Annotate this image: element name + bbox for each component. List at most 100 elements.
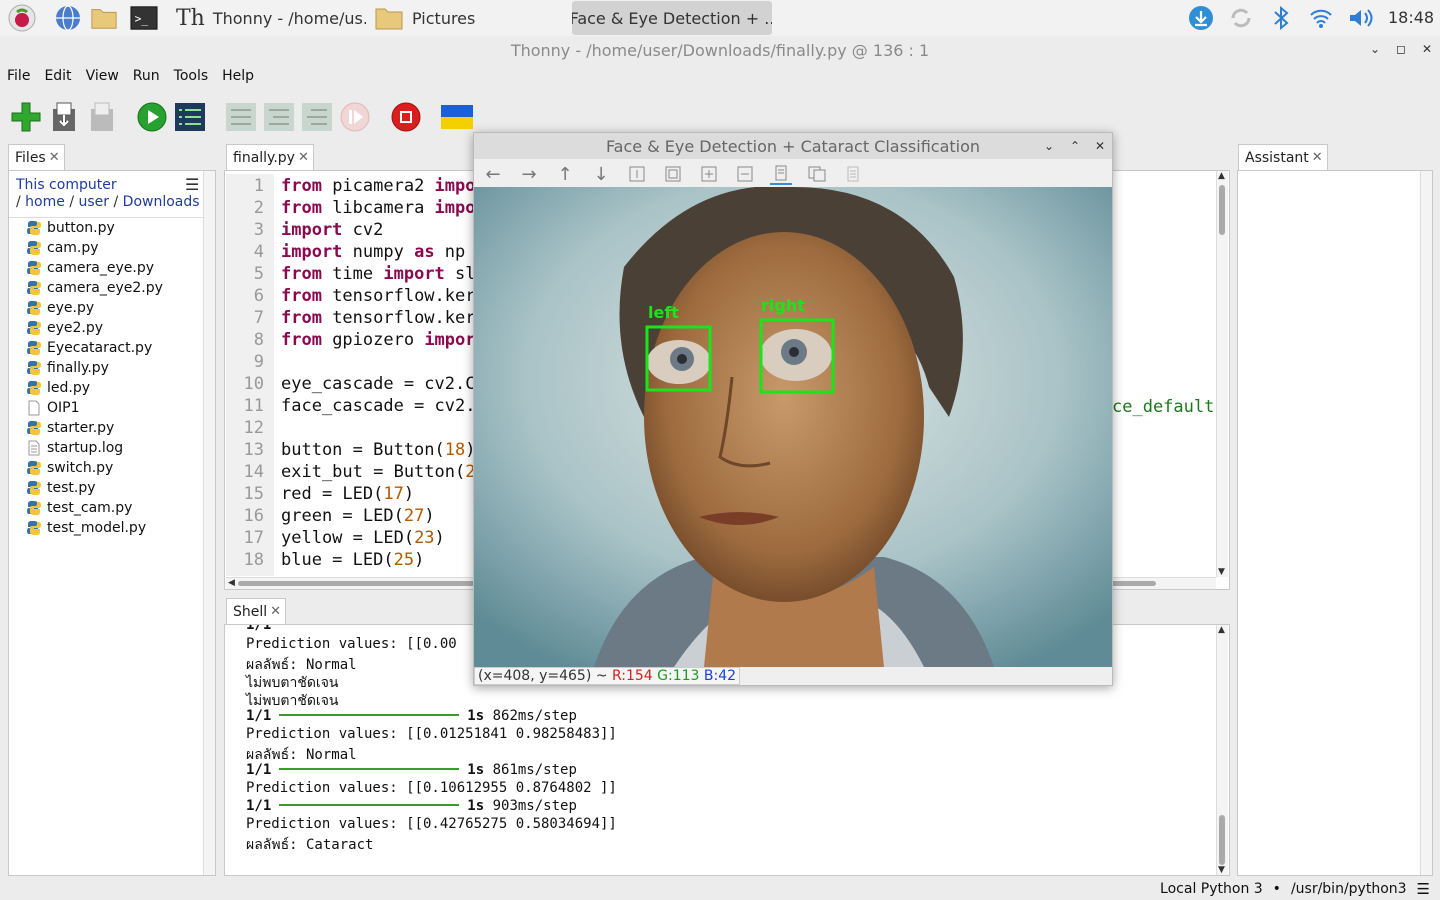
code-line[interactable]: eye_cascade = cv2.C bbox=[281, 374, 475, 394]
code-line[interactable]: from picamera2 impo bbox=[281, 176, 476, 196]
taskbar-app-face-detection[interactable]: Face & Eye Detection + .. bbox=[572, 1, 772, 35]
tab-shell[interactable]: Shell ✕ bbox=[226, 598, 287, 624]
close-icon[interactable]: ✕ bbox=[1091, 137, 1109, 155]
code-line[interactable]: red = LED(17) bbox=[281, 484, 414, 504]
file-item[interactable]: cam.py bbox=[26, 238, 99, 258]
menu-tools[interactable]: Tools bbox=[174, 68, 209, 84]
back-arrow-icon[interactable]: ← bbox=[482, 163, 504, 185]
scroll-left-icon[interactable]: ◀ bbox=[228, 578, 235, 588]
volume-icon[interactable] bbox=[1346, 4, 1376, 32]
breadcrumb-home[interactable]: home bbox=[25, 194, 65, 210]
code-line[interactable]: button = Button(18) bbox=[281, 440, 476, 460]
file-item[interactable]: Eyecataract.py bbox=[26, 338, 152, 358]
scroll-down-icon[interactable]: ▼ bbox=[1218, 865, 1225, 875]
file-item[interactable]: test.py bbox=[26, 478, 96, 498]
zoom-out-icon[interactable] bbox=[734, 163, 756, 185]
close-tab-icon[interactable]: ✕ bbox=[49, 150, 60, 165]
raspberry-menu-icon[interactable] bbox=[8, 4, 36, 32]
minimize-icon[interactable]: ⌄ bbox=[1366, 40, 1384, 58]
scroll-thumb[interactable] bbox=[1219, 185, 1225, 235]
tab-files[interactable]: Files ✕ bbox=[8, 144, 65, 170]
stop-icon[interactable] bbox=[389, 100, 423, 134]
properties-icon[interactable] bbox=[842, 163, 864, 185]
code-line[interactable]: from gpiozero impor bbox=[281, 330, 476, 350]
scroll-down-icon[interactable]: ▼ bbox=[1218, 567, 1225, 577]
assistant-scrollbar[interactable] bbox=[1420, 171, 1432, 875]
code-line[interactable]: import cv2 bbox=[281, 220, 383, 240]
file-item[interactable]: eye.py bbox=[26, 298, 94, 318]
code-line[interactable]: exit_but = Button(2 bbox=[281, 462, 475, 482]
file-item[interactable]: test_model.py bbox=[26, 518, 146, 538]
editor-vertical-scrollbar[interactable]: ▲ ▼ bbox=[1216, 171, 1228, 577]
zoom-original-icon[interactable] bbox=[626, 163, 648, 185]
window-title-bar[interactable]: Thonny - /home/user/Downloads/finally.py… bbox=[0, 36, 1440, 64]
tab-assistant[interactable]: Assistant ✕ bbox=[1238, 144, 1328, 170]
step-out-icon[interactable] bbox=[300, 100, 334, 134]
folder-icon[interactable] bbox=[90, 4, 118, 32]
wifi-icon[interactable] bbox=[1306, 4, 1336, 32]
code-line[interactable]: import numpy as np bbox=[281, 242, 465, 262]
files-scrollbar[interactable] bbox=[203, 171, 215, 875]
breadcrumb-downloads[interactable]: Downloads bbox=[123, 194, 200, 210]
maximize-icon[interactable]: ⌃ bbox=[1066, 137, 1084, 155]
menu-help[interactable]: Help bbox=[222, 68, 254, 84]
file-item[interactable]: test_cam.py bbox=[26, 498, 132, 518]
menu-run[interactable]: Run bbox=[133, 68, 160, 84]
code-line[interactable]: face_cascade = cv2. bbox=[281, 396, 475, 416]
breadcrumb-user[interactable]: user bbox=[79, 194, 110, 210]
minimize-icon[interactable]: ⌄ bbox=[1040, 137, 1058, 155]
code-line[interactable]: from tensorflow.ker bbox=[281, 286, 475, 306]
camera-frame-image[interactable]: left right bbox=[474, 187, 1112, 667]
step-over-icon[interactable] bbox=[224, 100, 258, 134]
file-item[interactable]: startup.log bbox=[26, 438, 123, 458]
code-line[interactable]: blue = LED(25) bbox=[281, 550, 424, 570]
run-icon[interactable] bbox=[135, 100, 169, 134]
file-item[interactable]: finally.py bbox=[26, 358, 109, 378]
menu-edit[interactable]: Edit bbox=[44, 68, 71, 84]
scroll-up-icon[interactable]: ▲ bbox=[1218, 625, 1225, 635]
zoom-in-icon[interactable] bbox=[698, 163, 720, 185]
save-file-icon[interactable] bbox=[85, 100, 119, 134]
maximize-icon[interactable]: ◻ bbox=[1392, 40, 1410, 58]
taskbar-app-thonny[interactable]: Th Thonny - /home/us.. bbox=[176, 4, 366, 32]
download-icon[interactable] bbox=[1186, 4, 1216, 32]
menu-view[interactable]: View bbox=[86, 68, 119, 84]
sync-icon[interactable] bbox=[1226, 4, 1256, 32]
terminal-icon[interactable]: >_ bbox=[130, 4, 158, 32]
close-tab-icon[interactable]: ✕ bbox=[270, 604, 281, 619]
close-tab-icon[interactable]: ✕ bbox=[1312, 150, 1323, 165]
close-icon[interactable]: ✕ bbox=[1418, 40, 1436, 58]
scroll-up-icon[interactable]: ▲ bbox=[1218, 171, 1225, 181]
interpreter-label[interactable]: Local Python 3 bbox=[1160, 881, 1263, 897]
new-file-icon[interactable] bbox=[9, 100, 43, 134]
shell-scrollbar[interactable]: ▲ ▼ bbox=[1216, 625, 1228, 875]
browser-icon[interactable] bbox=[54, 4, 82, 32]
file-item[interactable]: button.py bbox=[26, 218, 115, 238]
step-into-icon[interactable] bbox=[262, 100, 296, 134]
code-line[interactable]: from libcamera impo bbox=[281, 198, 476, 218]
code-line[interactable]: from time import sl bbox=[281, 264, 476, 284]
bluetooth-icon[interactable] bbox=[1266, 4, 1296, 32]
ukraine-flag-icon[interactable] bbox=[440, 100, 474, 134]
clock[interactable]: 18:48 bbox=[1388, 8, 1434, 27]
code-line[interactable]: from tensorflow.ker bbox=[281, 308, 475, 328]
menu-file[interactable]: File bbox=[7, 68, 30, 84]
tab-finally-py[interactable]: finally.py ✕ bbox=[226, 144, 314, 170]
resume-icon[interactable] bbox=[338, 100, 372, 134]
debug-icon[interactable] bbox=[173, 100, 207, 134]
location-label[interactable]: This computer bbox=[16, 177, 117, 193]
taskbar-app-pictures[interactable]: Pictures bbox=[374, 4, 484, 32]
file-item[interactable]: led.py bbox=[26, 378, 90, 398]
file-item[interactable]: camera_eye.py bbox=[26, 258, 154, 278]
image-window-title-bar[interactable]: Face & Eye Detection + Cataract Classifi… bbox=[474, 133, 1112, 159]
down-arrow-icon[interactable]: ↓ bbox=[590, 163, 612, 185]
interpreter-path[interactable]: /usr/bin/python3 bbox=[1291, 881, 1407, 897]
image-viewer-window[interactable]: Face & Eye Detection + Cataract Classifi… bbox=[473, 132, 1113, 686]
forward-arrow-icon[interactable]: → bbox=[518, 163, 540, 185]
code-line[interactable]: yellow = LED(23) bbox=[281, 528, 445, 548]
files-menu-icon[interactable]: ☰ bbox=[185, 175, 199, 194]
file-item[interactable]: switch.py bbox=[26, 458, 113, 478]
file-item[interactable]: camera_eye2.py bbox=[26, 278, 163, 298]
open-file-icon[interactable] bbox=[47, 100, 81, 134]
scroll-thumb[interactable] bbox=[1219, 815, 1225, 865]
